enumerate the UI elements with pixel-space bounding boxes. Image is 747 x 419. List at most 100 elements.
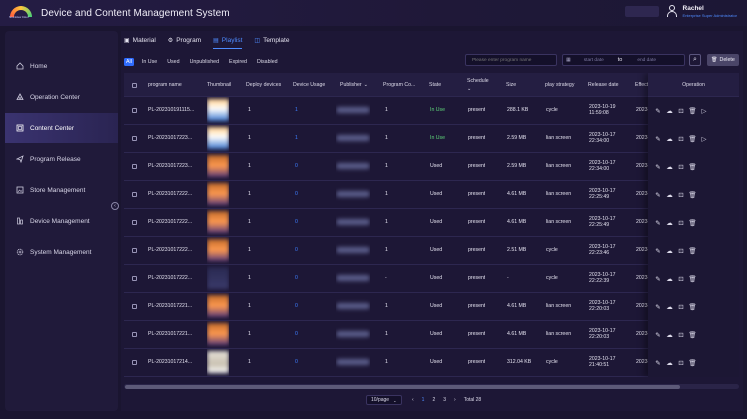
tab-material[interactable]: ▣ Material: [124, 35, 156, 49]
sidebar-item-store-management[interactable]: Store Management: [5, 175, 118, 205]
cell-device-usage[interactable]: 0: [295, 153, 298, 180]
row-checkbox[interactable]: [132, 349, 137, 376]
sidebar-item-operation-center[interactable]: Operation Center: [5, 82, 118, 112]
trash-icon[interactable]: 🗑: [688, 247, 696, 255]
row-checkbox[interactable]: [132, 153, 137, 180]
row-checkbox[interactable]: [132, 293, 137, 320]
edit-icon[interactable]: ✎: [654, 275, 662, 283]
edit-icon[interactable]: ✎: [654, 303, 662, 311]
header-publisher[interactable]: Publisher ⌄: [340, 73, 368, 97]
cloud-upload-icon[interactable]: ☁: [666, 303, 674, 311]
page-size-select[interactable]: 10/page ⌄: [366, 395, 402, 405]
cell-device-usage[interactable]: 0: [295, 237, 298, 264]
row-checkbox[interactable]: [132, 125, 137, 152]
delete-button[interactable]: 🗑 Delete: [707, 54, 739, 66]
screen-icon[interactable]: ⊡: [677, 303, 685, 311]
screen-icon[interactable]: ⊡: [677, 247, 685, 255]
row-checkbox[interactable]: [132, 321, 137, 348]
thumbnail-image[interactable]: [207, 97, 229, 124]
date-range-picker[interactable]: ▦ start date to end date: [562, 54, 685, 66]
thumbnail-image[interactable]: [207, 265, 229, 292]
next-page-button[interactable]: ›: [454, 397, 456, 403]
screen-icon[interactable]: ⊡: [677, 191, 685, 199]
cloud-upload-icon[interactable]: ☁: [666, 359, 674, 367]
table-row[interactable]: PL-20231017223... 1 1 1 In Use present 2…: [124, 125, 739, 153]
end-date-field[interactable]: end date: [637, 58, 656, 63]
cell-device-usage[interactable]: 0: [295, 321, 298, 348]
filter-in-use[interactable]: In Use: [140, 58, 159, 66]
trash-icon[interactable]: 🗑: [688, 135, 696, 143]
filter-unpublished[interactable]: Unpublished: [188, 58, 221, 66]
cell-program-name[interactable]: PL-20231017222...: [148, 265, 192, 292]
cell-program-name[interactable]: PL-20231017223...: [148, 153, 192, 180]
horizontal-scrollbar[interactable]: [124, 384, 739, 389]
cell-device-usage[interactable]: 1: [295, 125, 298, 152]
page-1[interactable]: 1: [422, 397, 425, 403]
search-input[interactable]: [465, 54, 557, 66]
filter-expired[interactable]: Expired: [227, 58, 249, 66]
select-all-checkbox[interactable]: [132, 73, 137, 97]
edit-icon[interactable]: ✎: [654, 247, 662, 255]
screen-icon[interactable]: ⊡: [677, 219, 685, 227]
table-row[interactable]: PL-20231017222... 1 0 - Used present - c…: [124, 265, 739, 293]
play-icon[interactable]: ▷: [700, 107, 708, 115]
thumbnail-image[interactable]: [207, 125, 229, 152]
cell-device-usage[interactable]: 0: [295, 349, 298, 376]
sidebar-item-home[interactable]: Home: [5, 51, 118, 81]
screen-icon[interactable]: ⊡: [677, 107, 685, 115]
cloud-upload-icon[interactable]: ☁: [666, 219, 674, 227]
trash-icon[interactable]: 🗑: [688, 303, 696, 311]
filter-disabled[interactable]: Disabled: [255, 58, 280, 66]
row-checkbox[interactable]: [132, 265, 137, 292]
edit-icon[interactable]: ✎: [654, 163, 662, 171]
header-widget[interactable]: [624, 5, 659, 17]
filter-used[interactable]: Used: [165, 58, 181, 66]
cell-program-name[interactable]: PL-202310191115...: [148, 97, 194, 124]
thumbnail-image[interactable]: [207, 293, 229, 320]
page-3[interactable]: 3: [443, 397, 446, 403]
trash-icon[interactable]: 🗑: [688, 191, 696, 199]
tab-template[interactable]: ◫ Template: [254, 35, 289, 49]
trash-icon[interactable]: 🗑: [688, 331, 696, 339]
table-row[interactable]: PL-20231017221... 1 0 1 Used present 4.6…: [124, 321, 739, 349]
cloud-upload-icon[interactable]: ☁: [666, 331, 674, 339]
trash-icon[interactable]: 🗑: [688, 359, 696, 367]
cloud-upload-icon[interactable]: ☁: [666, 191, 674, 199]
table-row[interactable]: PL-202310191115... 1 1 1 In Use present …: [124, 97, 739, 125]
tab-playlist[interactable]: ▤ Playlist: [213, 35, 243, 49]
thumbnail-image[interactable]: [207, 209, 229, 236]
cell-device-usage[interactable]: 0: [295, 265, 298, 292]
cell-program-name[interactable]: PL-20231017221...: [148, 293, 192, 320]
play-icon[interactable]: ▷: [700, 135, 708, 143]
thumbnail-image[interactable]: [207, 153, 229, 180]
cloud-upload-icon[interactable]: ☁: [666, 107, 674, 115]
collapse-sidebar-button[interactable]: ‹: [111, 202, 119, 210]
filter-all[interactable]: All: [124, 57, 134, 66]
table-row[interactable]: PL-20231017222... 1 0 1 Used present 4.6…: [124, 181, 739, 209]
cloud-upload-icon[interactable]: ☁: [666, 163, 674, 171]
tab-program[interactable]: ⚙ Program: [168, 35, 201, 49]
sidebar-item-program-release[interactable]: Program Release: [5, 144, 118, 174]
edit-icon[interactable]: ✎: [654, 135, 662, 143]
cloud-upload-icon[interactable]: ☁: [666, 275, 674, 283]
user-avatar-icon[interactable]: [665, 4, 679, 18]
cell-device-usage[interactable]: 0: [295, 209, 298, 236]
page-2[interactable]: 2: [432, 397, 435, 403]
thumbnail-image[interactable]: [207, 237, 229, 264]
trash-icon[interactable]: 🗑: [688, 107, 696, 115]
cell-device-usage[interactable]: 1: [295, 97, 298, 124]
header-program-name[interactable]: program name: [148, 73, 182, 97]
cell-program-name[interactable]: PL-20231017222...: [148, 209, 192, 236]
cell-device-usage[interactable]: 0: [295, 293, 298, 320]
table-row[interactable]: PL-20231017222... 1 0 1 Used present 4.6…: [124, 209, 739, 237]
thumbnail-image[interactable]: [207, 349, 229, 376]
sidebar-item-content-center[interactable]: Content Center: [5, 113, 118, 143]
table-row[interactable]: PL-20231017221... 1 0 1 Used present 4.6…: [124, 293, 739, 321]
cell-device-usage[interactable]: 0: [295, 181, 298, 208]
start-date-field[interactable]: start date: [584, 58, 604, 63]
edit-icon[interactable]: ✎: [654, 219, 662, 227]
edit-icon[interactable]: ✎: [654, 191, 662, 199]
prev-page-button[interactable]: ‹: [412, 397, 414, 403]
scrollbar-thumb[interactable]: [125, 384, 680, 389]
cell-program-name[interactable]: PL-20231017221...: [148, 321, 192, 348]
